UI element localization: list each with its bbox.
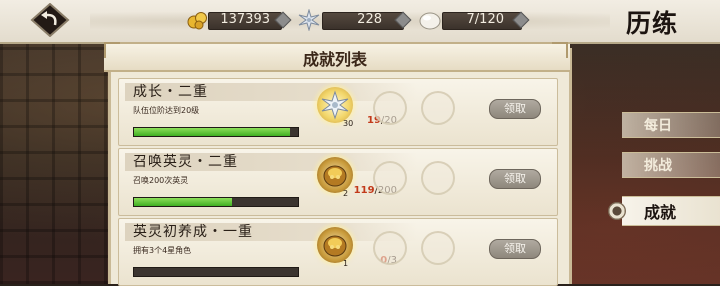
achievement-list-title: 成就列表 xyxy=(302,50,367,69)
reward-count: 1 xyxy=(343,259,349,268)
empty-reward-slot xyxy=(421,91,455,125)
reward-slot[interactable] xyxy=(317,157,353,193)
entry-name: 召唤英灵・二重 xyxy=(133,154,238,170)
page-title: 历练 xyxy=(626,9,679,38)
entry-name: 英灵初养成・一重 xyxy=(133,224,253,240)
entry-description: 召唤200次英灵 xyxy=(133,176,189,185)
empty-reward-slot xyxy=(373,91,407,125)
progress-fill xyxy=(134,128,290,136)
panel-corner-ornament xyxy=(104,42,120,58)
gold-coin-pouch-icon xyxy=(323,235,347,257)
reward-slot[interactable] xyxy=(317,87,353,123)
tab-label: 挑战 xyxy=(644,158,672,174)
reward-count: 30 xyxy=(343,119,354,128)
progress-fill xyxy=(134,198,232,206)
background-lattice xyxy=(0,40,110,284)
empty-reward-slot xyxy=(373,231,407,265)
entry-progress-bar xyxy=(133,267,299,277)
back-button[interactable] xyxy=(30,2,70,38)
achievement-entry: 成长・二重 队伍位阶达到20级 19/20 30 领取 xyxy=(118,78,558,146)
progress-current: 119 xyxy=(353,185,375,196)
empty-reward-slot xyxy=(421,161,455,195)
entry-description: 队伍位阶达到20级 xyxy=(133,106,200,115)
tab-achievements[interactable]: 成就 xyxy=(608,196,720,226)
tab-challenge[interactable]: 挑战 xyxy=(622,152,720,178)
empty-reward-slot xyxy=(373,161,407,195)
empty-reward-slot xyxy=(421,231,455,265)
rice-ball-icon xyxy=(419,12,441,30)
achievement-entry: 英灵初养成・一重 拥有3个4星角色 0/3 1 领取 xyxy=(118,218,558,286)
coin-resource: 137393 xyxy=(186,10,296,30)
tab-selected-knob-icon xyxy=(608,202,626,220)
coin-value: 137393 xyxy=(220,12,270,27)
back-arrow-icon xyxy=(30,2,70,38)
tab-label: 成就 xyxy=(644,203,677,222)
shuriken-crystal-icon xyxy=(298,9,320,31)
gold-coins-icon xyxy=(187,12,207,30)
achievement-entry: 召唤英灵・二重 召唤200次英灵 119/200 2 领取 xyxy=(118,148,558,216)
top-bar: 137393 228 7/120 历练 xyxy=(0,0,720,44)
stamina-resource: 7/120 xyxy=(418,10,530,30)
crystal-resource: 228 xyxy=(296,9,412,31)
entry-progress-bar xyxy=(133,197,299,207)
reward-slot[interactable] xyxy=(317,227,353,263)
claim-button[interactable]: 领取 xyxy=(489,169,541,189)
stamina-value: 7/120 xyxy=(466,12,504,27)
crystal-value: 228 xyxy=(357,12,382,27)
entry-progress-bar xyxy=(133,127,299,137)
tab-label: 每日 xyxy=(644,118,672,134)
gold-coin-pouch-icon xyxy=(323,165,347,187)
claim-button[interactable]: 领取 xyxy=(489,239,541,259)
shuriken-crystal-icon xyxy=(321,90,349,120)
panel-corner-ornament xyxy=(552,42,568,58)
entry-description: 拥有3个4星角色 xyxy=(133,246,192,255)
reward-count: 2 xyxy=(343,189,349,198)
tab-daily[interactable]: 每日 xyxy=(622,112,720,138)
entry-name: 成长・二重 xyxy=(133,84,208,100)
claim-button[interactable]: 领取 xyxy=(489,99,541,119)
